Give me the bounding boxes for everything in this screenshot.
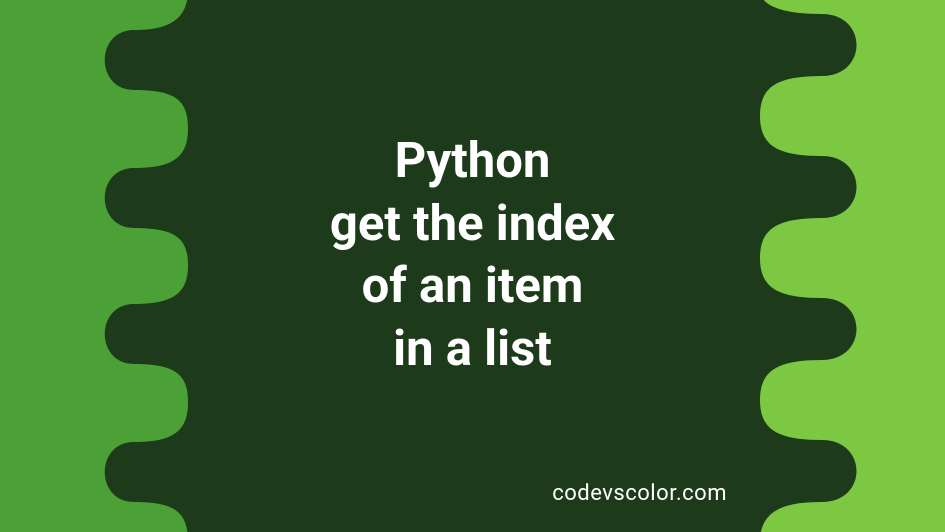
title: Python get the index of an item in a lis… [0,130,945,381]
title-line: Python [0,130,945,193]
title-line: of an item [0,255,945,318]
title-line: in a list [0,318,945,381]
title-line: get the index [0,193,945,256]
footer-site: codevscolor.com [552,481,727,506]
